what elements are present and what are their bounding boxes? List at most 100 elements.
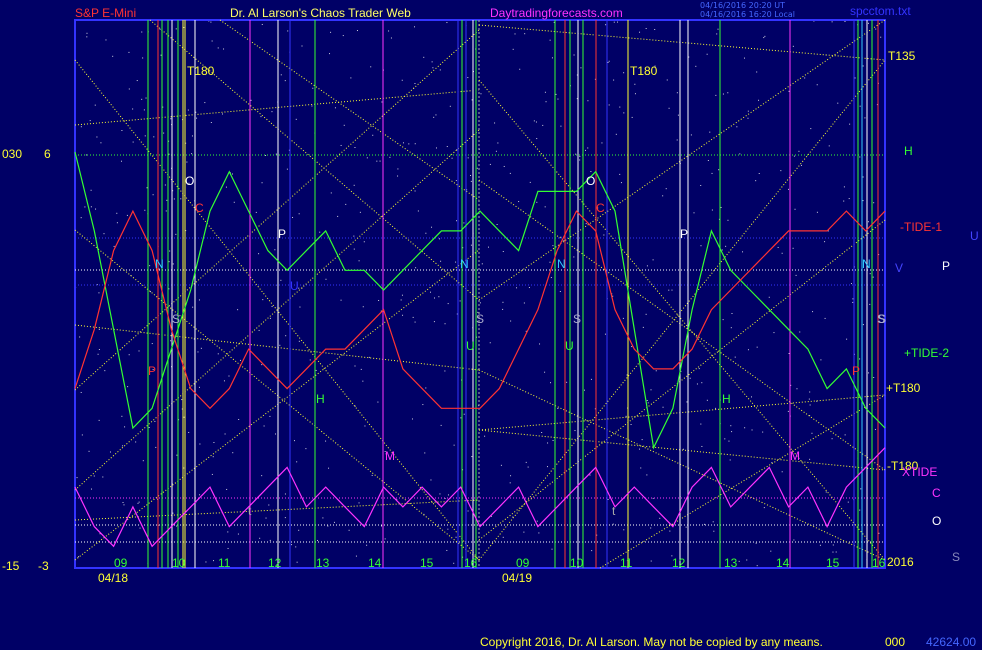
bg-dot [718,169,720,171]
bg-dot [847,501,849,503]
bg-dot [86,32,88,34]
bg-dot [788,353,790,355]
bg-dot [84,206,86,208]
bg-dot [550,277,552,279]
bg-dot [873,377,875,379]
bg-dot [544,91,546,93]
diagonal-line [74,89,480,126]
hour-tick-label: 16 [464,556,478,570]
bg-dot [265,517,267,519]
bg-dot [356,30,358,32]
bg-dot [414,143,416,145]
bg-dot [704,523,706,525]
bg-dot [539,343,541,345]
bg-dot [400,299,402,301]
bg-dot [484,435,486,437]
bg-dot [715,407,717,409]
bg-dot [689,377,691,379]
bg-dot [552,245,554,247]
bg-dot [269,317,271,319]
bg-dot [835,551,837,553]
bg-dot [706,399,708,401]
bg-dot [518,201,520,203]
bg-dot [640,467,642,469]
bg-dot [334,107,336,109]
bg-dot [155,446,157,448]
bg-dot [79,336,81,338]
bg-dot [446,146,448,148]
chart-marker-label: M [790,449,800,463]
bg-dot [225,186,227,188]
bg-dot [711,209,713,211]
bg-dot [149,265,151,267]
bg-dot [98,349,100,351]
bg-dot [414,321,416,323]
bg-dot [152,194,154,196]
bg-dot [800,164,802,166]
bg-dot [756,346,758,348]
chart-marker-label: P [278,227,286,241]
bg-dot [362,306,364,308]
bg-dot [196,117,198,119]
bg-dot [707,160,709,162]
bg-dot [173,198,175,200]
diagonal-line [219,19,480,201]
bg-dot [547,442,549,444]
bg-dot [717,28,719,30]
bg-dot [390,37,392,39]
bg-dot [869,273,871,275]
bg-dot [536,520,538,522]
bg-dot [329,53,331,55]
bg-dot [188,431,190,433]
bg-dot [533,120,535,122]
hour-tick-label: 09 [114,556,128,570]
bg-dot [353,235,355,237]
right-label: O [932,514,941,528]
bg-dot [292,216,294,218]
bg-dot [512,48,514,50]
bg-dot [536,138,538,140]
bg-dot [388,30,390,32]
bg-dot [168,261,170,263]
bg-dot [645,28,647,30]
bg-dot [781,252,783,254]
bg-dot [212,456,214,458]
bg-dot [170,118,172,120]
bg-dot [873,202,875,204]
bg-dot [151,343,153,345]
right-label: -TIDE-1 [900,220,942,234]
bg-dot [860,488,862,490]
bg-dot [495,150,497,152]
bg-dot [210,21,212,23]
bg-dot [706,53,708,55]
diagonal-line [478,19,886,301]
bg-dot [730,327,732,329]
bg-dot [625,415,627,417]
bg-dot [371,474,373,476]
bg-dot [620,182,622,184]
bg-dot [650,560,652,562]
bg-dot [96,136,98,138]
bg-dot [859,105,861,107]
bg-dot [612,523,614,525]
bg-dot [199,443,201,445]
bg-dot [523,531,525,533]
bg-dot [358,260,360,262]
bg-dot [683,448,685,450]
bg-dot [261,182,263,184]
bg-dot [859,358,861,360]
bg-dot [541,431,543,433]
bg-dot [153,136,155,138]
bg-dot [631,346,633,348]
bg-dot [213,560,215,562]
bg-dot [439,69,441,71]
bg-dot [793,155,795,157]
bg-dot [671,289,673,291]
bg-dot [650,527,652,529]
bg-dot [622,317,624,319]
bg-dot [744,427,746,429]
bg-dot [837,102,839,104]
bg-dot [695,65,697,67]
bg-dot [325,278,327,280]
bg-dot [284,493,286,495]
